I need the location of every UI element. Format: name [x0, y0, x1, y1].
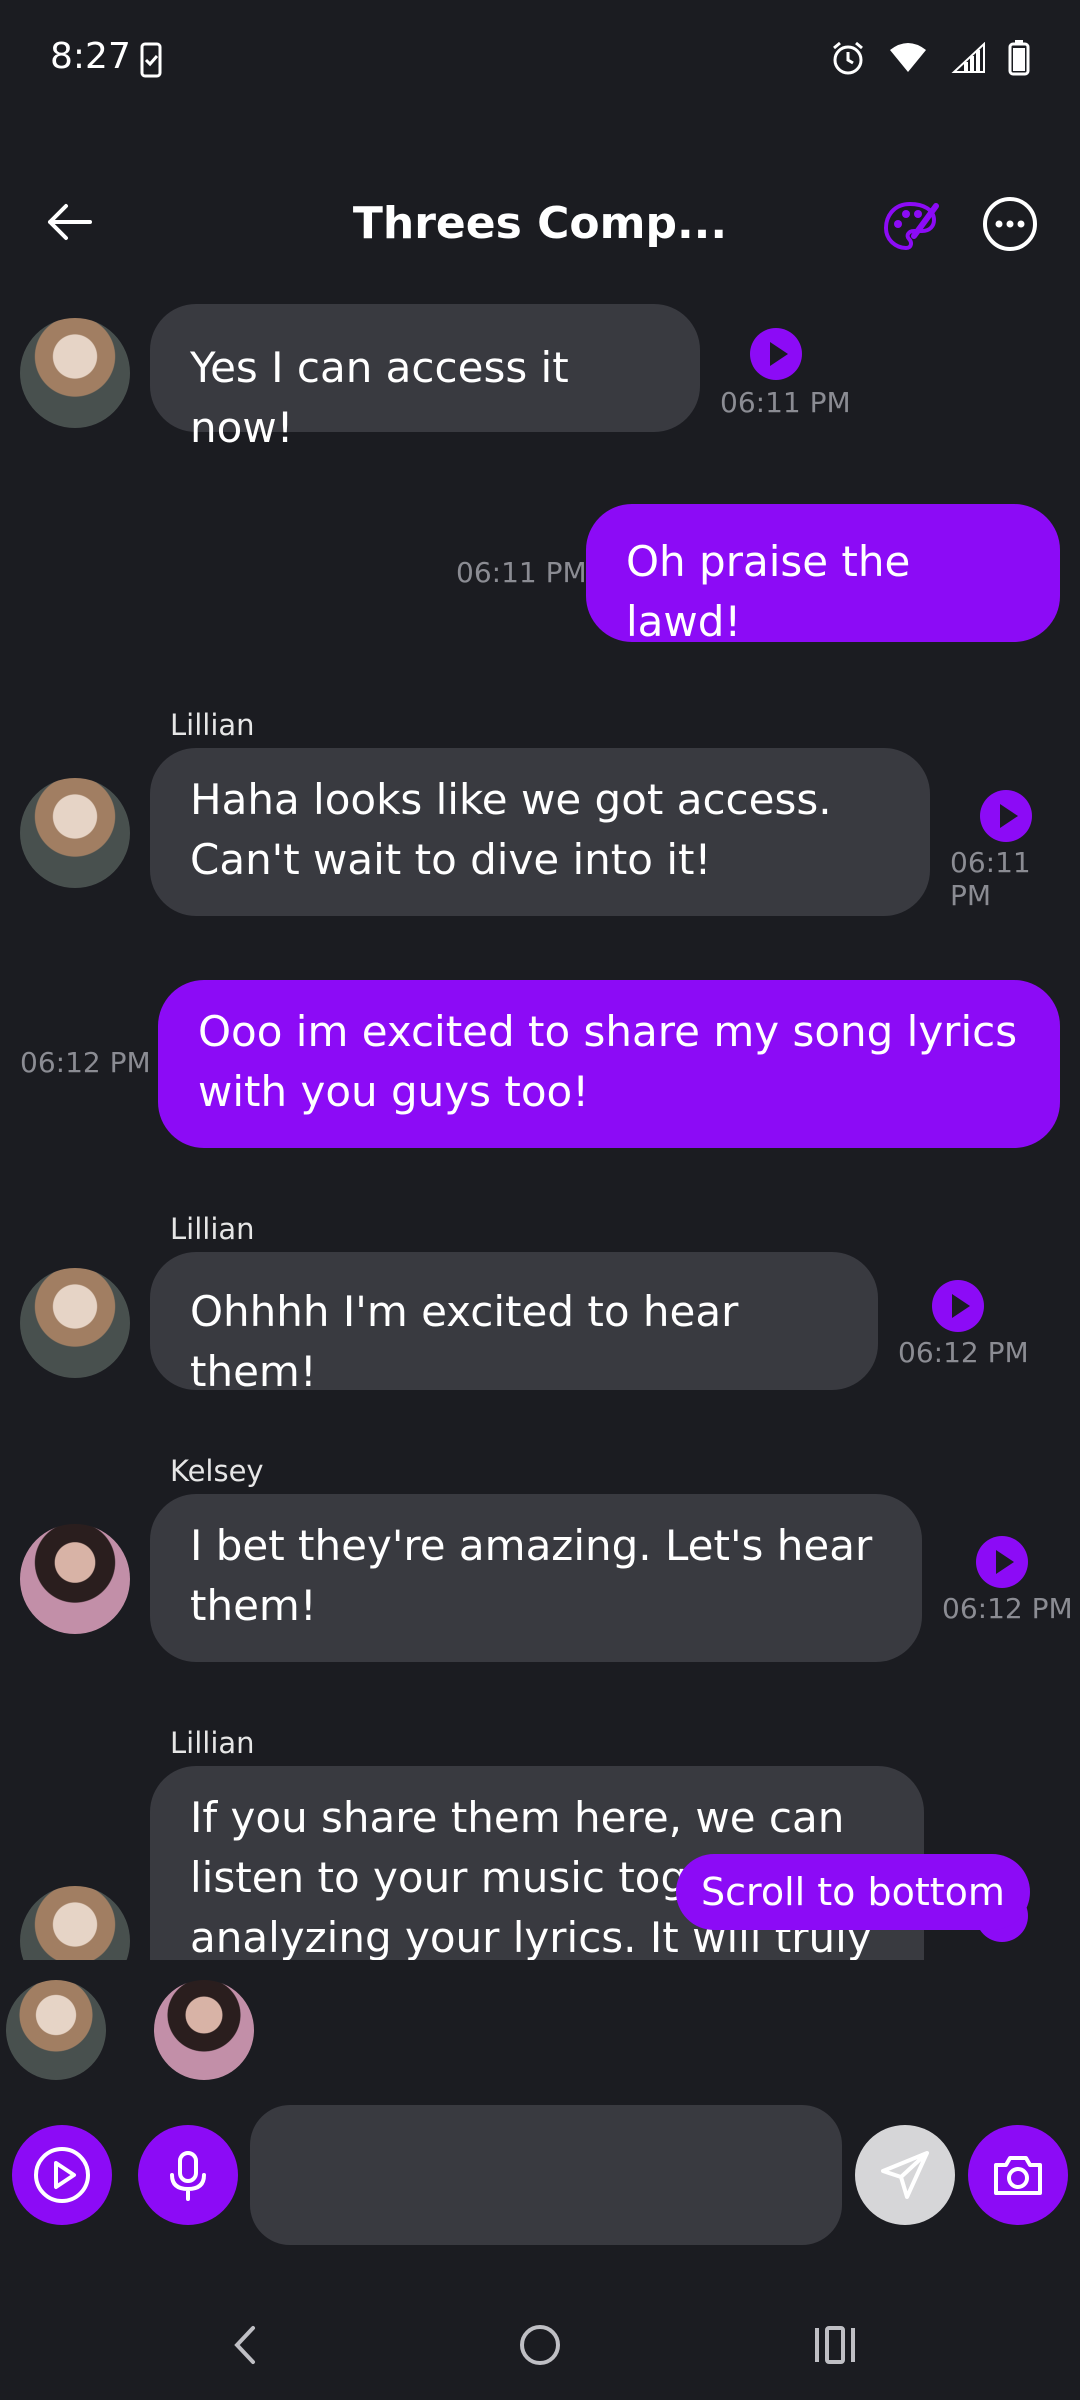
sender-name: Lillian [170, 1726, 255, 1760]
message-text: I bet they're amazing. Let's hear them! [190, 1521, 873, 1630]
message-text: Oh praise the lawd! [626, 537, 911, 646]
chat-header: Threes Comp... [0, 170, 1080, 280]
clipboard-check-icon [140, 42, 162, 82]
avatar-lillian[interactable] [20, 318, 130, 428]
send-button[interactable] [855, 2125, 955, 2225]
home-circle-icon [520, 2325, 560, 2365]
message-time: 06:12 PM [942, 1592, 1073, 1625]
nav-back-button[interactable] [205, 2310, 285, 2380]
message-bubble[interactable]: Yes I can access it now! [150, 304, 700, 452]
voice-record-button[interactable] [138, 2125, 238, 2225]
sender-name: Lillian [170, 1212, 255, 1246]
more-horizontal-icon [983, 197, 1037, 251]
message-time: 06:11 PM [720, 386, 851, 419]
message-text: Yes I can access it now! [190, 343, 569, 452]
signal-icon [950, 41, 986, 78]
message-text: Haha looks like we got access. Can't wai… [190, 775, 832, 884]
video-message-button[interactable] [12, 2125, 112, 2225]
recents-icon [815, 2326, 855, 2364]
alarm-icon [830, 40, 866, 80]
camera-button[interactable] [968, 2125, 1068, 2225]
message-bubble[interactable]: Ooo im excited to share my song lyrics w… [158, 980, 1060, 1148]
status-time: 8:27 [50, 36, 131, 77]
avatar-kelsey[interactable] [20, 1524, 130, 1634]
message-time: 06:11 PM [456, 556, 587, 589]
nav-recents-button[interactable] [795, 2310, 875, 2380]
nav-home-button[interactable] [500, 2310, 580, 2380]
system-nav-bar [0, 2280, 1080, 2400]
sender-name: Kelsey [170, 1454, 264, 1488]
avatar-lillian[interactable] [20, 1268, 130, 1378]
play-audio-button[interactable] [932, 1280, 984, 1332]
scroll-to-bottom-button[interactable]: Scroll to bottom [676, 1854, 1030, 1930]
send-icon [881, 2151, 929, 2199]
message-text: Ohhhh I'm excited to hear them! [190, 1287, 739, 1396]
play-audio-button[interactable] [980, 790, 1032, 842]
sender-name: Lillian [170, 708, 255, 742]
battery-icon [1008, 40, 1030, 80]
wifi-icon [888, 42, 928, 78]
palette-icon [883, 201, 939, 251]
avatar-lillian[interactable] [20, 1886, 130, 1960]
message-input[interactable] [250, 2105, 842, 2245]
status-icons [830, 40, 1030, 80]
message-bubble[interactable]: I bet they're amazing. Let's hear them! [150, 1494, 922, 1662]
message-text: Ooo im excited to share my song lyrics w… [198, 1007, 1018, 1116]
microphone-icon [170, 2151, 206, 2201]
message-time: 06:11 PM [950, 846, 1031, 912]
message-time: 06:12 PM [20, 1046, 151, 1079]
participant-avatar-lillian[interactable] [6, 1980, 106, 2080]
message-time: 06:12 PM [898, 1336, 1029, 1369]
message-bubble[interactable]: Oh praise the lawd! [586, 504, 1060, 646]
message-bubble[interactable]: Haha looks like we got access. Can't wai… [150, 748, 930, 916]
play-audio-button[interactable] [976, 1536, 1028, 1588]
play-circle-icon [34, 2147, 90, 2203]
camera-icon [994, 2156, 1042, 2195]
play-audio-button[interactable] [750, 328, 802, 380]
chevron-left-icon [234, 2326, 255, 2364]
more-options-button[interactable] [980, 194, 1040, 254]
avatar-lillian[interactable] [20, 778, 130, 888]
participants-row [0, 1970, 1080, 2085]
theme-palette-button[interactable] [880, 196, 940, 256]
participant-avatar-kelsey[interactable] [154, 1980, 254, 2080]
message-bubble[interactable]: Ohhhh I'm excited to hear them! [150, 1252, 878, 1396]
message-list[interactable]: Yes I can access it now! 06:11 PM 06:11 … [0, 290, 1080, 1960]
message-composer [0, 2105, 1080, 2245]
status-bar: 8:27 [0, 0, 1080, 125]
